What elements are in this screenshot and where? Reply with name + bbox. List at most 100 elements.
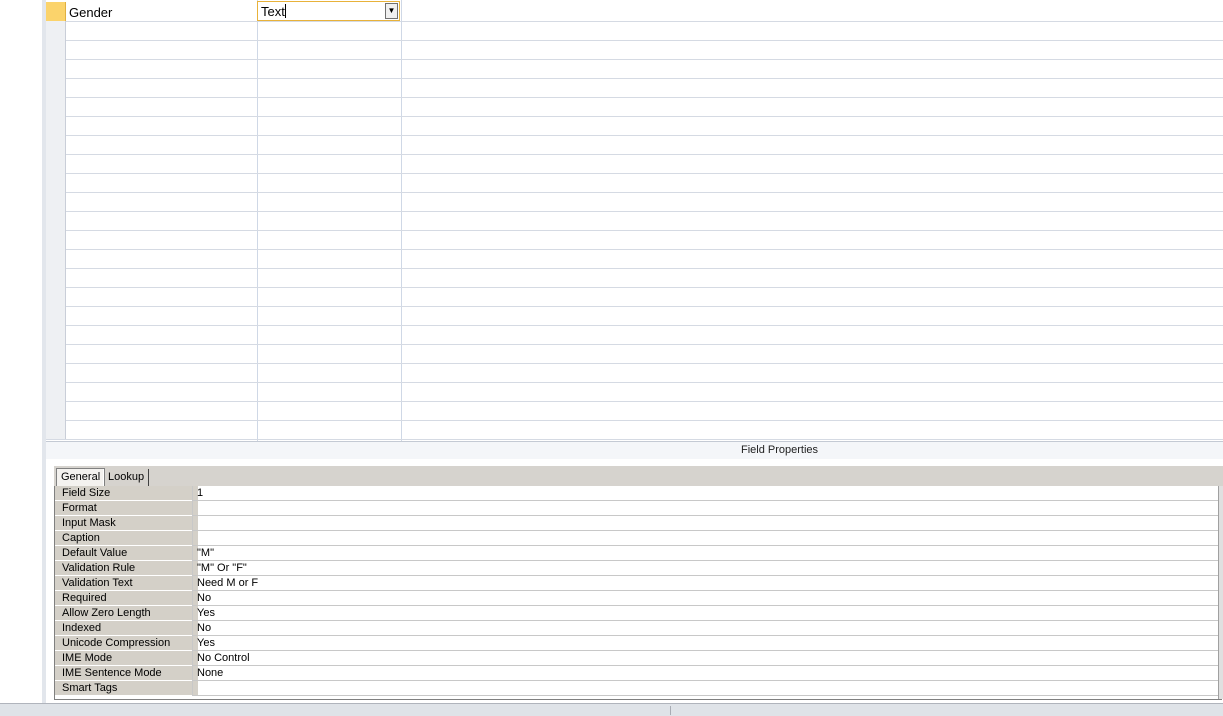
table-row[interactable] [46, 344, 1223, 364]
property-value[interactable] [192, 681, 1221, 696]
row-selector[interactable] [46, 363, 66, 382]
row-selector[interactable] [46, 135, 66, 154]
table-row[interactable] [46, 59, 1223, 79]
table-row[interactable] [46, 21, 1223, 41]
property-label: Allow Zero Length [55, 606, 198, 621]
property-row: Format [55, 501, 1221, 516]
property-row: Field Size 1 [55, 486, 1221, 501]
property-label: Format [55, 501, 198, 516]
table-row[interactable] [46, 382, 1223, 402]
property-label: Validation Text [55, 576, 198, 591]
field-properties-header: Field Properties [46, 441, 1223, 460]
field-properties-title: Field Properties [740, 444, 819, 456]
property-value[interactable]: No [192, 591, 1221, 606]
property-value[interactable]: No [192, 621, 1221, 636]
row-selector[interactable] [46, 211, 66, 230]
property-tabs: General Lookup [54, 466, 1223, 486]
table-row[interactable] [46, 230, 1223, 250]
property-value[interactable] [192, 516, 1221, 531]
chevron-down-icon[interactable]: ▼ [385, 3, 398, 19]
property-value[interactable] [192, 531, 1221, 546]
row-selector[interactable] [46, 287, 66, 306]
row-selector[interactable] [46, 420, 66, 439]
property-row: IME Mode No Control [55, 651, 1221, 666]
property-row: Validation Rule "M" Or "F" [55, 561, 1221, 576]
property-value[interactable]: Yes [192, 636, 1221, 651]
table-row[interactable] [46, 420, 1223, 440]
property-row: Default Value "M" [55, 546, 1221, 561]
property-row: Validation Text Need M or F [55, 576, 1221, 591]
row-selector[interactable] [46, 78, 66, 97]
property-value[interactable]: Need M or F [192, 576, 1221, 591]
property-label: IME Mode [55, 651, 198, 666]
row-selector[interactable] [46, 325, 66, 344]
row-selector[interactable] [46, 401, 66, 420]
table-row[interactable] [46, 249, 1223, 269]
row-selector[interactable] [46, 97, 66, 116]
property-row: Caption [55, 531, 1221, 546]
row-selector[interactable] [46, 192, 66, 211]
row-selector[interactable] [46, 59, 66, 78]
row-selector[interactable] [46, 21, 66, 40]
row-selector[interactable] [46, 230, 66, 249]
property-value[interactable]: 1 [192, 486, 1221, 501]
property-row: Required No [55, 591, 1221, 606]
property-label: Caption [55, 531, 198, 546]
table-row[interactable] [46, 306, 1223, 326]
property-label: Indexed [55, 621, 198, 636]
row-selector[interactable] [46, 173, 66, 192]
row-selector[interactable] [46, 2, 66, 21]
property-value[interactable]: "M" Or "F" [192, 561, 1221, 576]
row-selector[interactable] [46, 154, 66, 173]
row-selector[interactable] [46, 268, 66, 287]
table-row[interactable] [46, 325, 1223, 345]
property-row: Indexed No [55, 621, 1221, 636]
property-row: Input Mask [55, 516, 1221, 531]
table-row[interactable] [46, 116, 1223, 136]
row-selector[interactable] [46, 249, 66, 268]
property-row: IME Sentence Mode None [55, 666, 1221, 681]
table-row[interactable] [46, 211, 1223, 231]
property-label: IME Sentence Mode [55, 666, 198, 681]
table-row[interactable] [46, 173, 1223, 193]
property-value[interactable]: No Control [192, 651, 1221, 666]
status-bar [0, 703, 1223, 716]
property-row: Allow Zero Length Yes [55, 606, 1221, 621]
table-row[interactable] [46, 287, 1223, 307]
navigation-pane-edge [0, 0, 43, 703]
property-label: Unicode Compression [55, 636, 198, 651]
property-value[interactable]: None [192, 666, 1221, 681]
tab-lookup[interactable]: Lookup [103, 469, 150, 486]
status-separator [670, 706, 671, 715]
table-row[interactable] [46, 192, 1223, 212]
data-type-value: Text [261, 4, 286, 19]
table-row[interactable] [46, 154, 1223, 174]
property-value[interactable]: "M" [192, 546, 1221, 561]
property-label: Field Size [55, 486, 198, 501]
property-label: Validation Rule [55, 561, 198, 576]
property-value[interactable] [192, 501, 1221, 516]
property-label: Input Mask [55, 516, 198, 531]
row-selector[interactable] [46, 344, 66, 363]
table-row[interactable] [46, 268, 1223, 288]
row-selector[interactable] [46, 40, 66, 59]
table-row-current[interactable]: Gender [46, 2, 1223, 22]
data-type-combobox[interactable]: Text ▼ [257, 1, 400, 21]
table-row[interactable] [46, 401, 1223, 421]
property-label: Default Value [55, 546, 198, 561]
row-selector[interactable] [46, 116, 66, 135]
table-row[interactable] [46, 78, 1223, 98]
tab-general[interactable]: General [56, 468, 106, 486]
property-value[interactable]: Yes [192, 606, 1221, 621]
table-row[interactable] [46, 40, 1223, 60]
table-row[interactable] [46, 363, 1223, 383]
row-selector[interactable] [46, 306, 66, 325]
row-selector[interactable] [46, 382, 66, 401]
table-row[interactable] [46, 135, 1223, 155]
property-row: Smart Tags [55, 681, 1221, 696]
property-row: Unicode Compression Yes [55, 636, 1221, 651]
property-scrollbar[interactable] [1218, 486, 1223, 699]
field-name-cell[interactable]: Gender [69, 5, 112, 20]
field-properties-pane: General Lookup Field Size 1 Format Input Ma… [46, 459, 1223, 703]
table-row[interactable] [46, 97, 1223, 117]
